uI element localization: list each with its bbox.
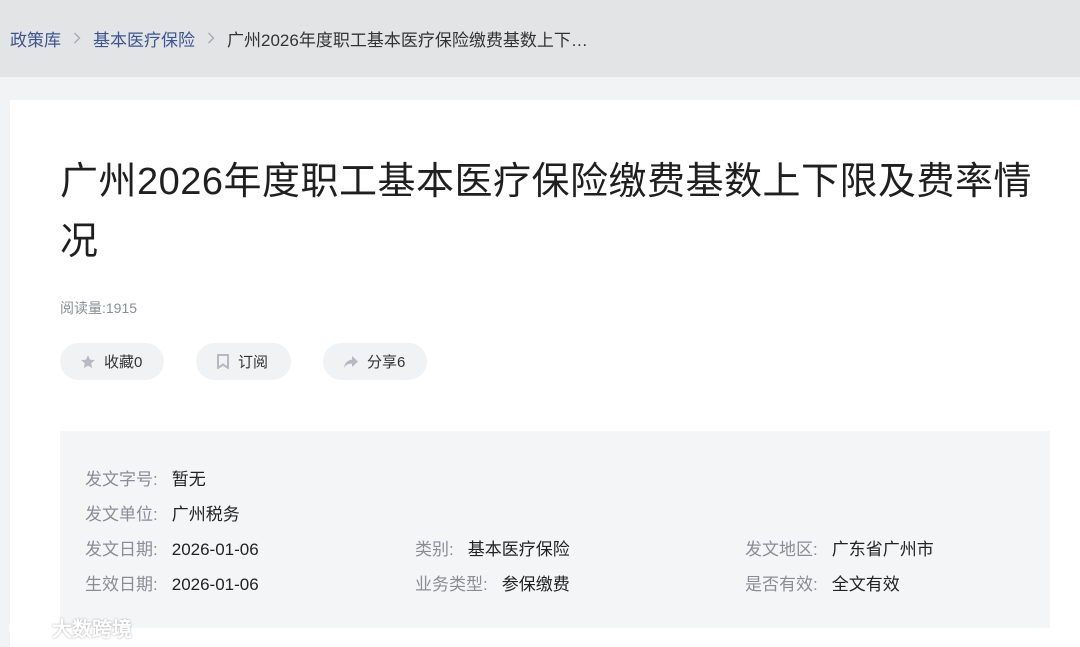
issuer-label: 发文单位: (85, 505, 158, 524)
subscribe-button[interactable]: 订阅 (196, 343, 291, 380)
breadcrumb-item-policy-library[interactable]: 政策库 (10, 26, 61, 51)
favorite-button[interactable]: 收藏0 (60, 343, 164, 380)
chevron-right-icon (207, 32, 215, 44)
effective-date-value: 2026-01-06 (171, 575, 259, 594)
validity-label: 是否有效: (745, 575, 818, 594)
business-type-label: 业务类型: (415, 575, 488, 594)
info-row: 发文日期: 2026-01-06 类别: 基本医疗保险 发文地区: 广东省广州市 (60, 535, 1050, 559)
business-type-field: 业务类型: 参保缴费 (415, 570, 570, 595)
validity-value: 全文有效 (831, 575, 900, 594)
issue-date-label: 发文日期: (85, 540, 158, 559)
page-title: 广州2026年度职工基本医疗保险缴费基数上下限及费率情况 (60, 161, 1033, 263)
issue-date-field: 发文日期: 2026-01-06 (85, 535, 259, 560)
share-label: 分享6 (367, 354, 406, 371)
chevron-right-icon (73, 32, 81, 44)
watermark-text: 大数跨境 (52, 618, 132, 641)
doc-number-label: 发文字号: (85, 470, 158, 489)
action-bar: 收藏0 订阅 分享6 (60, 343, 459, 380)
issuer-field: 发文单位: 广州税务 (85, 500, 240, 525)
doc-number-field: 发文字号: 暂无 (85, 465, 206, 490)
document-info-panel: 发文字号: 暂无 发文单位: 广州税务 发文日期: 2026-01-06 类别: 基本医… (60, 431, 1050, 628)
region-label: 发文地区: (745, 540, 818, 559)
info-row: 发文字号: 暂无 (60, 465, 1050, 489)
info-row: 发文单位: 广州税务 (60, 500, 1050, 524)
region-value: 广东省广州市 (831, 540, 934, 559)
doc-number-value: 暂无 (171, 470, 206, 489)
issuer-value: 广州税务 (171, 505, 240, 524)
share-icon (344, 355, 358, 368)
category-label: 类别: (415, 540, 454, 559)
region-field: 发文地区: 广东省广州市 (745, 535, 934, 560)
bookmark-icon (217, 354, 229, 369)
favorite-label: 收藏0 (104, 354, 143, 371)
breadcrumb-current: 广州2026年度职工基本医疗保险缴费基数上下… (227, 30, 588, 50)
article-card: 广州2026年度职工基本医疗保险缴费基数上下限及费率情况 阅读量:1915 收藏… (10, 100, 1080, 647)
subscribe-label: 订阅 (238, 354, 269, 371)
star-icon (81, 354, 95, 368)
validity-field: 是否有效: 全文有效 (745, 570, 900, 595)
category-value: 基本医疗保险 (467, 540, 570, 559)
effective-date-field: 生效日期: 2026-01-06 (85, 570, 259, 595)
category-field: 类别: 基本医疗保险 (415, 535, 570, 560)
breadcrumb: 政策库 基本医疗保险 广州2026年度职工基本医疗保险缴费基数上下… (10, 26, 588, 50)
business-type-value: 参保缴费 (501, 575, 570, 594)
breadcrumb-item-basic-medical-insurance[interactable]: 基本医疗保险 (93, 26, 195, 51)
watermark-logo-icon (9, 618, 45, 636)
issue-date-value: 2026-01-06 (171, 540, 259, 559)
effective-date-label: 生效日期: (85, 575, 158, 594)
info-row: 生效日期: 2026-01-06 业务类型: 参保缴费 是否有效: 全文有效 (60, 570, 1050, 594)
top-bar: 政策库 基本医疗保险 广州2026年度职工基本医疗保险缴费基数上下… (0, 0, 1080, 77)
read-count: 阅读量:1915 (60, 300, 138, 316)
share-button[interactable]: 分享6 (323, 343, 427, 380)
watermark: 大数跨境 (8, 614, 132, 641)
